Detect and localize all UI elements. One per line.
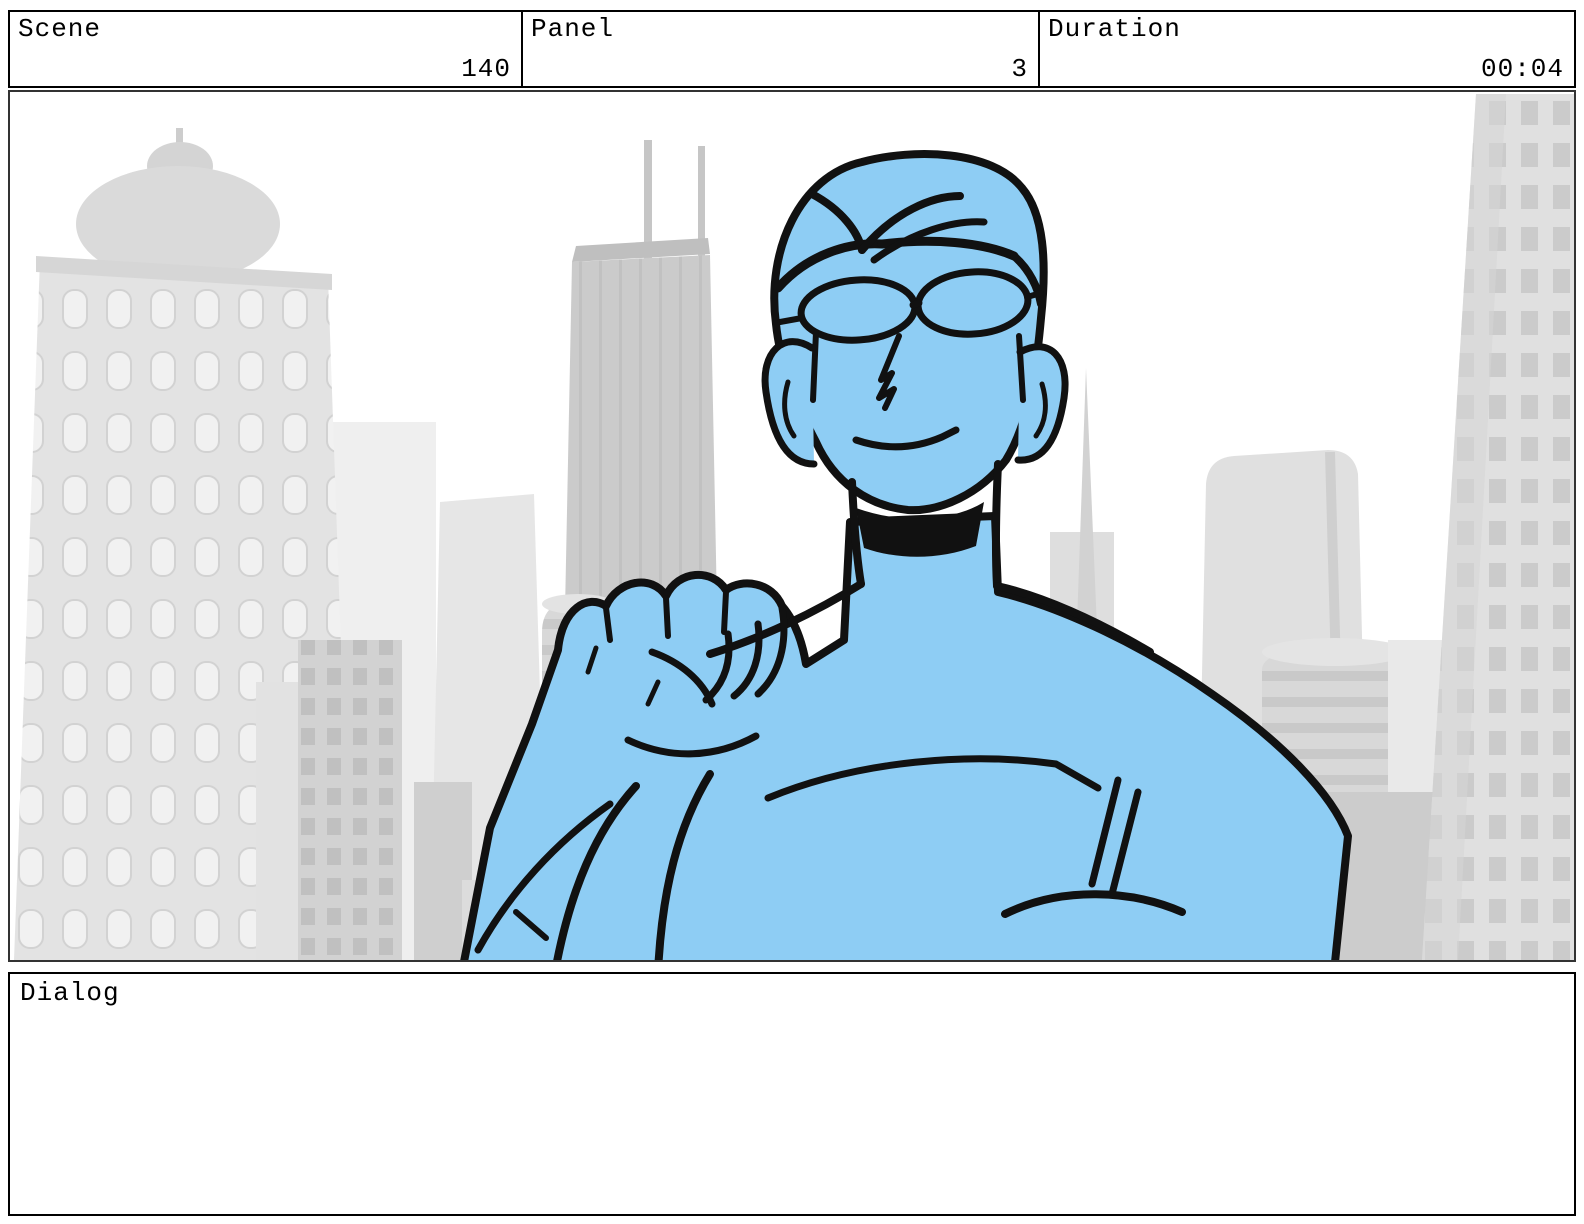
storyboard-panel (8, 90, 1576, 962)
panel-label: Panel (531, 14, 614, 44)
scene-cell: Scene 140 (10, 12, 523, 86)
dialog-label: Dialog (20, 978, 120, 1008)
thin-spire (1076, 368, 1098, 652)
cylinder-cap-right (1262, 638, 1408, 666)
glasses-right-arm (1027, 293, 1041, 297)
glasses-bridge (913, 303, 919, 305)
scene-label: Scene (18, 14, 101, 44)
scene-value: 140 (461, 54, 511, 84)
neck-line-right (996, 464, 998, 586)
window-block (298, 640, 402, 960)
knuckle-line (666, 598, 668, 636)
panel-value: 3 (1011, 54, 1028, 84)
knuckle-line (606, 608, 610, 640)
right-ear (1018, 347, 1065, 460)
duration-cell: Duration 00:04 (1040, 12, 1574, 86)
left-ear (765, 342, 814, 464)
storyboard-sketch (10, 92, 1574, 960)
sideburn-right (1019, 336, 1023, 400)
panel-cell: Panel 3 (523, 12, 1040, 86)
storyboard-sheet: Scene 140 Panel 3 Duration 00:04 (8, 0, 1576, 1216)
glasses-left-arm (780, 318, 802, 322)
knuckle-line (724, 592, 726, 632)
header-row: Scene 140 Panel 3 Duration 00:04 (8, 10, 1576, 88)
sideburn-left (813, 332, 816, 400)
dialog-box: Dialog (8, 972, 1576, 1216)
duration-label: Duration (1048, 14, 1181, 44)
duration-value: 00:04 (1481, 54, 1564, 84)
